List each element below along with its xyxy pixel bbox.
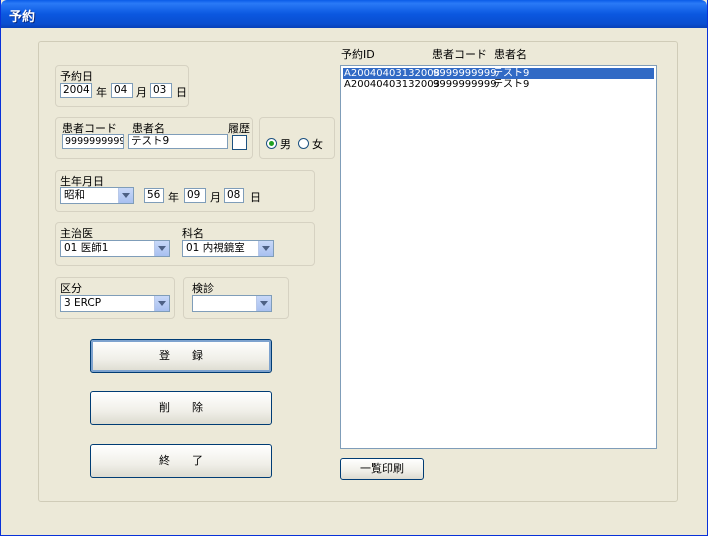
chevron-down-icon	[262, 246, 270, 251]
reservation-day-field[interactable]: 03	[150, 83, 172, 98]
exam-label: 検診	[192, 282, 214, 295]
reservation-month-unit: 月	[136, 86, 147, 99]
department-dropdown-button[interactable]	[258, 241, 273, 256]
doctor-value: 01 医師1	[64, 242, 109, 254]
list-item-patient-code: 9999999999	[433, 68, 497, 79]
list-item-patient-code: 9999999999	[433, 79, 497, 90]
reservation-date-group: 予約日 2004 年 04 月 03 日	[55, 65, 189, 107]
history-checkbox[interactable]	[232, 135, 247, 150]
reservation-year-field[interactable]: 2004	[60, 83, 92, 98]
birth-date-group: 生年月日 昭和 56 年 09 月 08 日	[55, 170, 315, 212]
department-select[interactable]: 01 内視鏡室	[182, 240, 274, 257]
chevron-down-icon	[158, 246, 166, 251]
patient-group: 患者コード 患者名 履歴 9999999999 テスト9	[55, 117, 253, 159]
doctor-dropdown-button[interactable]	[154, 241, 169, 256]
patient-code-field[interactable]: 9999999999	[62, 134, 124, 149]
reservation-year-unit: 年	[96, 86, 107, 99]
exam-dropdown-button[interactable]	[256, 296, 271, 311]
category-dropdown-button[interactable]	[154, 296, 169, 311]
chevron-down-icon	[260, 301, 268, 306]
female-label: 女	[312, 138, 323, 151]
era-dropdown-button[interactable]	[118, 188, 133, 203]
doctor-select[interactable]: 01 医師1	[60, 240, 170, 257]
list-header-patient-name: 患者名	[494, 48, 527, 61]
department-label: 科名	[182, 227, 204, 240]
list-header-reservation-id: 予約ID	[341, 48, 375, 61]
reservation-listbox[interactable]: A20040403132008 9999999999 テスト9 A2004040…	[340, 65, 657, 449]
main-panel: 予約日 2004 年 04 月 03 日 患者コード 患者名 履歴 999999…	[38, 41, 678, 502]
patient-name-field[interactable]: テスト9	[128, 134, 228, 149]
birth-month-field[interactable]: 09	[184, 188, 206, 203]
print-list-button[interactable]: 一覧印刷	[340, 458, 424, 480]
exam-group: 検診	[183, 277, 289, 319]
doctor-label: 主治医	[60, 227, 93, 240]
era-value: 昭和	[64, 189, 85, 201]
birth-year-field[interactable]: 56	[144, 188, 164, 203]
era-select[interactable]: 昭和	[60, 187, 134, 204]
list-header-patient-code: 患者コード	[432, 48, 487, 61]
history-label: 履歴	[228, 122, 250, 135]
delete-button[interactable]: 削 除	[90, 391, 272, 425]
doctor-department-group: 主治医 科名 01 医師1 01 内視鏡室	[55, 222, 315, 266]
client-area: 予約日 2004 年 04 月 03 日 患者コード 患者名 履歴 999999…	[4, 28, 704, 533]
department-value: 01 内視鏡室	[186, 242, 245, 254]
female-radio[interactable]	[298, 138, 309, 149]
reservation-month-field[interactable]: 04	[111, 83, 133, 98]
reservation-day-unit: 日	[176, 86, 187, 99]
birth-month-unit: 月	[210, 191, 221, 204]
category-value: 3 ERCP	[64, 297, 102, 309]
reservation-window: 予約 予約日 2004 年 04 月 03 日 患者コード 患者名 履歴 999…	[0, 0, 708, 536]
list-item[interactable]: A20040403132008 9999999999 テスト9	[343, 68, 654, 79]
radio-selected-dot	[269, 141, 274, 146]
birth-year-unit: 年	[168, 191, 179, 204]
category-label: 区分	[60, 282, 82, 295]
chevron-down-icon	[122, 193, 130, 198]
exit-button[interactable]: 終 了	[90, 444, 272, 478]
list-item-reservation-id: A20040403132003	[344, 79, 440, 90]
chevron-down-icon	[158, 301, 166, 306]
reservation-date-label: 予約日	[60, 70, 93, 83]
title-bar[interactable]: 予約	[1, 0, 707, 28]
list-item[interactable]: A20040403132003 9999999999 テスト9	[343, 79, 654, 90]
birth-day-field[interactable]: 08	[224, 188, 244, 203]
sex-group: 男 女	[259, 117, 335, 159]
exam-select[interactable]	[192, 295, 272, 312]
category-group: 区分 3 ERCP	[55, 277, 175, 319]
register-button[interactable]: 登 録	[90, 339, 272, 373]
list-item-patient-name: テスト9	[493, 79, 530, 90]
list-item-patient-name: テスト9	[493, 68, 530, 79]
birth-day-unit: 日	[250, 191, 261, 204]
category-select[interactable]: 3 ERCP	[60, 295, 170, 312]
male-radio[interactable]	[266, 138, 277, 149]
window-title: 予約	[9, 10, 36, 25]
list-item-reservation-id: A20040403132008	[344, 68, 440, 79]
male-label: 男	[280, 138, 291, 151]
